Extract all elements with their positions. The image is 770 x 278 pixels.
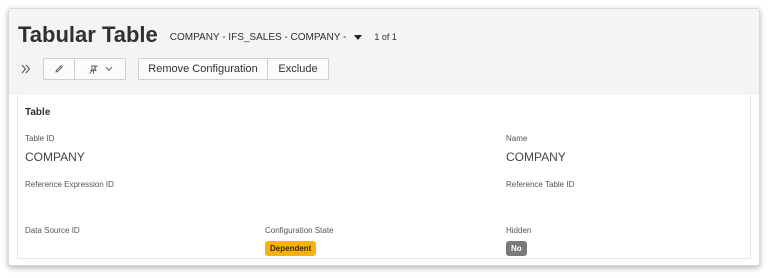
title-row: Tabular Table COMPANY - IFS_SALES - COMP… — [18, 22, 397, 48]
command-toolbar: Remove Configuration Exclude — [18, 58, 329, 80]
double-chevron-right-icon — [21, 64, 31, 74]
field-hidden: Hidden No — [506, 226, 531, 256]
reference-expression-id-label: Reference Expression ID — [25, 180, 114, 189]
record-selector[interactable]: COMPANY - IFS_SALES - COMPANY - — [170, 32, 347, 43]
expand-navigation-button[interactable] — [18, 58, 34, 80]
page-header: Tabular Table COMPANY - IFS_SALES - COMP… — [9, 9, 759, 95]
chevron-down-icon — [105, 66, 112, 72]
pencil-icon — [55, 65, 63, 73]
pin-icon — [88, 64, 98, 74]
page-title: Tabular Table — [18, 22, 158, 47]
table-id-value: COMPANY — [25, 150, 85, 164]
name-label: Name — [506, 134, 528, 143]
configuration-state-label: Configuration State — [265, 226, 334, 235]
field-reference-table-id: Reference Table ID — [506, 180, 574, 196]
edit-button[interactable] — [43, 58, 75, 80]
page-frame: Tabular Table COMPANY - IFS_SALES - COMP… — [8, 8, 760, 266]
caret-down-icon[interactable] — [354, 35, 363, 40]
field-table-id: Table ID COMPANY — [25, 134, 85, 164]
record-count: 1 of 1 — [374, 32, 397, 42]
reference-table-id-label: Reference Table ID — [506, 180, 575, 189]
status-badge: Dependent — [265, 241, 317, 256]
field-name: Name COMPANY — [506, 134, 566, 164]
field-reference-expression-id: Reference Expression ID — [25, 180, 114, 196]
table-id-label: Table ID — [25, 134, 55, 143]
remove-configuration-button[interactable]: Remove Configuration — [138, 58, 268, 80]
field-data-source-id: Data Source ID — [25, 226, 80, 242]
field-configuration-state: Configuration State Dependent — [265, 226, 334, 256]
hidden-badge: No — [506, 241, 527, 256]
more-commands-button[interactable] — [74, 58, 126, 80]
name-value: COMPANY — [506, 150, 566, 164]
data-source-id-label: Data Source ID — [25, 226, 80, 235]
table-group: Table Table ID COMPANY Name COMPANY Refe… — [17, 95, 751, 259]
hidden-label: Hidden — [506, 226, 532, 235]
exclude-button[interactable]: Exclude — [267, 58, 329, 80]
group-title: Table — [25, 107, 51, 118]
